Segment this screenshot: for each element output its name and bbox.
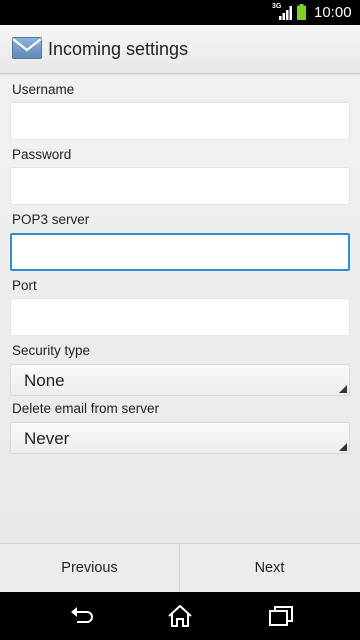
password-label: Password [12,147,72,162]
action-bar: Incoming settings [0,25,360,74]
home-icon[interactable] [167,604,193,628]
battery-icon [297,4,306,20]
pop3-server-field[interactable] [10,233,350,271]
page-title: Incoming settings [48,39,189,59]
security-type-dropdown[interactable]: None [10,364,350,396]
recent-apps-icon[interactable] [268,604,294,628]
incoming-settings-screen: Incoming settings Username Password POP3… [0,25,360,593]
username-label: Username [12,82,75,97]
bottom-button-bar: Previous Next [0,543,360,593]
delete-email-dropdown[interactable]: Never [10,422,350,454]
dropdown-caret-icon [339,385,347,393]
back-icon[interactable] [67,604,93,628]
port-label: Port [12,278,37,293]
password-field[interactable] [10,167,350,205]
status-bar: 3G 10:00 [0,0,360,25]
delete-email-label: Delete email from server [12,401,160,416]
navigation-bar [0,592,360,640]
status-time: 10:00 [314,4,352,21]
next-button[interactable]: Next [180,544,359,593]
delete-email-value: Never [24,429,70,448]
username-field[interactable] [10,102,350,140]
email-icon [12,37,42,59]
dropdown-caret-icon [339,443,347,451]
pop3-server-label: POP3 server [12,212,90,227]
signal-icon [279,6,292,20]
port-field[interactable] [10,298,350,336]
security-type-value: None [24,371,65,390]
security-type-label: Security type [12,343,91,358]
previous-button[interactable]: Previous [0,544,180,593]
